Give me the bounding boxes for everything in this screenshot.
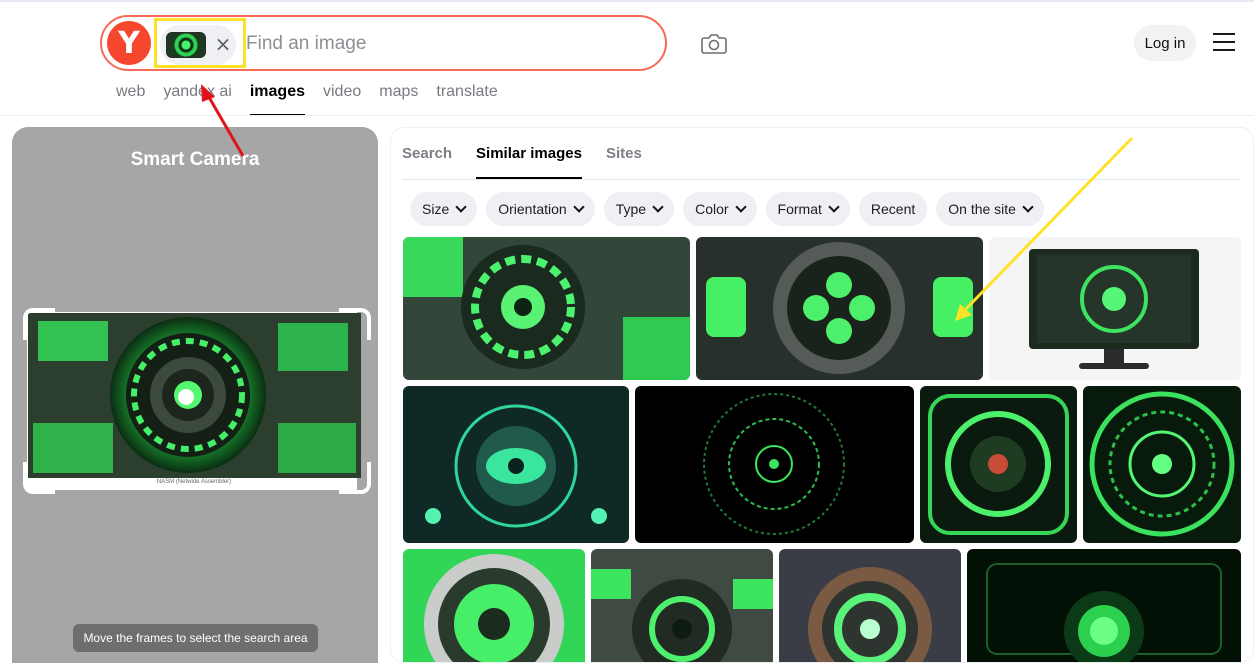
filter-orientation[interactable]: Orientation (486, 192, 595, 226)
service-yandex-ai[interactable]: yandex ai (163, 82, 232, 116)
camera-icon[interactable] (700, 30, 728, 56)
chevron-down-icon (573, 200, 585, 213)
frame-corner-top-left[interactable] (23, 308, 55, 340)
filter-bar: Size Orientation Type Color Format Recen… (410, 192, 1044, 226)
menu-icon[interactable] (1213, 33, 1235, 51)
chevron-down-icon (734, 200, 747, 213)
smart-camera-panel: Smart Camera NASM (Netwide Assembler) Mo… (12, 127, 378, 663)
service-video[interactable]: video (323, 82, 361, 116)
service-images[interactable]: images (249, 82, 306, 116)
tabs-divider (402, 179, 1240, 180)
chevron-down-icon (652, 200, 664, 213)
chevron-down-icon (455, 200, 467, 213)
frame-corner-top-right[interactable] (339, 308, 371, 340)
smart-camera-title: Smart Camera (130, 149, 260, 170)
tab-search[interactable]: Search (402, 145, 452, 179)
image-result[interactable] (403, 549, 585, 662)
image-result[interactable] (591, 549, 773, 662)
image-result[interactable] (989, 237, 1241, 380)
filter-type[interactable]: Type (603, 192, 675, 226)
header-divider (0, 115, 1254, 116)
service-web[interactable]: web (116, 82, 145, 116)
image-result[interactable] (696, 237, 983, 380)
image-result[interactable] (967, 549, 1241, 662)
yandex-logo[interactable]: Y (107, 21, 151, 65)
selection-hint: Move the frames to select the search are… (73, 624, 318, 652)
services-nav: web yandex ai images video maps translat… (116, 82, 498, 116)
filter-on-the-site[interactable]: On the site (936, 192, 1044, 226)
frame-corner-bottom-left[interactable] (23, 462, 55, 494)
image-result[interactable] (920, 386, 1077, 543)
image-result[interactable] (1083, 386, 1241, 543)
chevron-down-icon (828, 200, 840, 213)
filter-recent[interactable]: Recent (858, 192, 928, 226)
search-box[interactable]: Y × (100, 15, 667, 71)
filter-size[interactable]: Size (410, 192, 478, 226)
search-input[interactable] (246, 27, 646, 61)
frame-corner-bottom-right[interactable] (339, 462, 371, 494)
image-result[interactable] (635, 386, 914, 543)
top-border (0, 0, 1254, 2)
service-translate[interactable]: translate (436, 82, 497, 116)
image-result[interactable] (403, 386, 629, 543)
tab-sites[interactable]: Sites (606, 145, 642, 179)
image-result[interactable] (779, 549, 961, 662)
image-result[interactable] (403, 237, 690, 380)
chevron-down-icon (1022, 200, 1034, 213)
login-button[interactable]: Log in (1134, 25, 1196, 61)
filter-color[interactable]: Color (683, 192, 757, 226)
filter-format[interactable]: Format (765, 192, 850, 226)
preview-image (28, 313, 361, 478)
preview-caption: NASM (Netwide Assembler) (156, 479, 232, 485)
results-panel: Search Similar images Sites Size Orienta… (390, 127, 1254, 663)
preview-card: NASM (Netwide Assembler) (23, 308, 371, 494)
annotation-highlight-box (154, 18, 246, 68)
results-tabs: Search Similar images Sites (402, 145, 642, 179)
tab-similar-images[interactable]: Similar images (476, 145, 582, 179)
service-maps[interactable]: maps (379, 82, 418, 116)
